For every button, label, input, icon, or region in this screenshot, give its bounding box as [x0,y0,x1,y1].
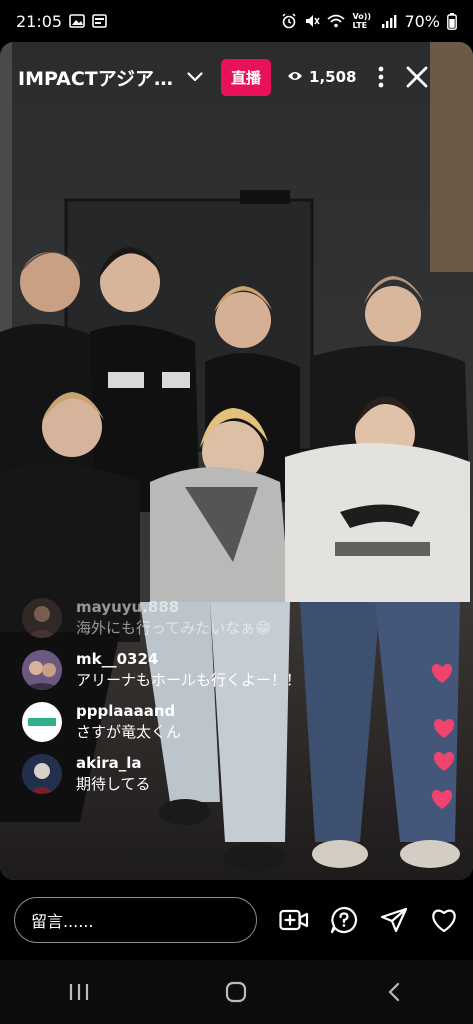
question-icon[interactable] [329,905,359,935]
live-title[interactable]: IMPACTアジア… [18,64,173,91]
add-guest-icon[interactable] [279,905,309,935]
heart-icon [432,717,456,743]
notification-icon [92,14,107,28]
viewer-count: 1,508 [287,68,356,86]
viewer-count-value: 1,508 [309,68,357,86]
system-nav-bar [0,960,473,1024]
gallery-icon [69,14,85,28]
more-options-icon[interactable] [378,66,384,88]
bottom-action-bar: 留言...... [0,880,473,960]
comment-feed: mayuyu.888 海外にも行ってみたいなぁ😁 mk__0324 アリーナもホ… [22,598,342,806]
wifi-icon [327,14,346,28]
comment-input[interactable]: 留言...... [14,897,257,943]
heart-icon [430,788,454,814]
live-video[interactable]: IMPACTアジア… 直播 1,508 mayuyu.888 海外にも行ってみた… [0,42,473,880]
home-icon[interactable] [216,972,256,1012]
avatar[interactable] [22,702,62,742]
heart-icon [432,750,456,776]
comment-text: 海外にも行ってみたいなぁ😁 [76,619,271,637]
comment-username[interactable]: ppplaaaand [76,702,181,721]
comment-item: mayuyu.888 海外にも行ってみたいなぁ😁 [22,598,342,639]
comment-input-placeholder: 留言...... [31,912,94,931]
comment-text: アリーナもホールも行くよー！！ [76,671,302,689]
comment-username[interactable]: mk__0324 [76,650,301,669]
heart-icon [430,662,454,688]
chevron-down-icon[interactable] [187,72,203,82]
battery-percent: 70% [404,11,440,31]
status-bar: 21:05 Vo)) LTE 70% [0,0,473,42]
comment-text: さすが竜太くん [76,723,182,741]
network-label: Vo)) LTE [352,12,371,30]
avatar[interactable] [22,650,62,690]
alarm-icon [281,13,297,29]
avatar[interactable] [22,598,62,638]
close-icon[interactable] [406,66,428,88]
back-icon[interactable] [374,972,414,1012]
avatar[interactable] [22,754,62,794]
comment-username[interactable]: akira_la [76,754,151,773]
comment-text: 期待してる [76,775,151,793]
mute-icon [304,13,321,29]
comment-item: akira_la 期待してる [22,754,342,795]
share-icon[interactable] [379,905,409,935]
signal-icon [381,14,397,28]
comment-item: mk__0324 アリーナもホールも行くよー！！ [22,650,342,691]
battery-icon [447,12,457,30]
live-badge: 直播 [221,58,272,96]
comment-item: ppplaaaand さすが竜太くん [22,702,342,743]
comment-username[interactable]: mayuyu.888 [76,598,271,617]
eye-icon [287,68,303,86]
recent-apps-icon[interactable] [59,972,99,1012]
like-icon[interactable] [429,905,459,935]
live-top-bar: IMPACTアジア… 直播 1,508 [0,42,473,112]
status-time: 21:05 [16,11,63,31]
